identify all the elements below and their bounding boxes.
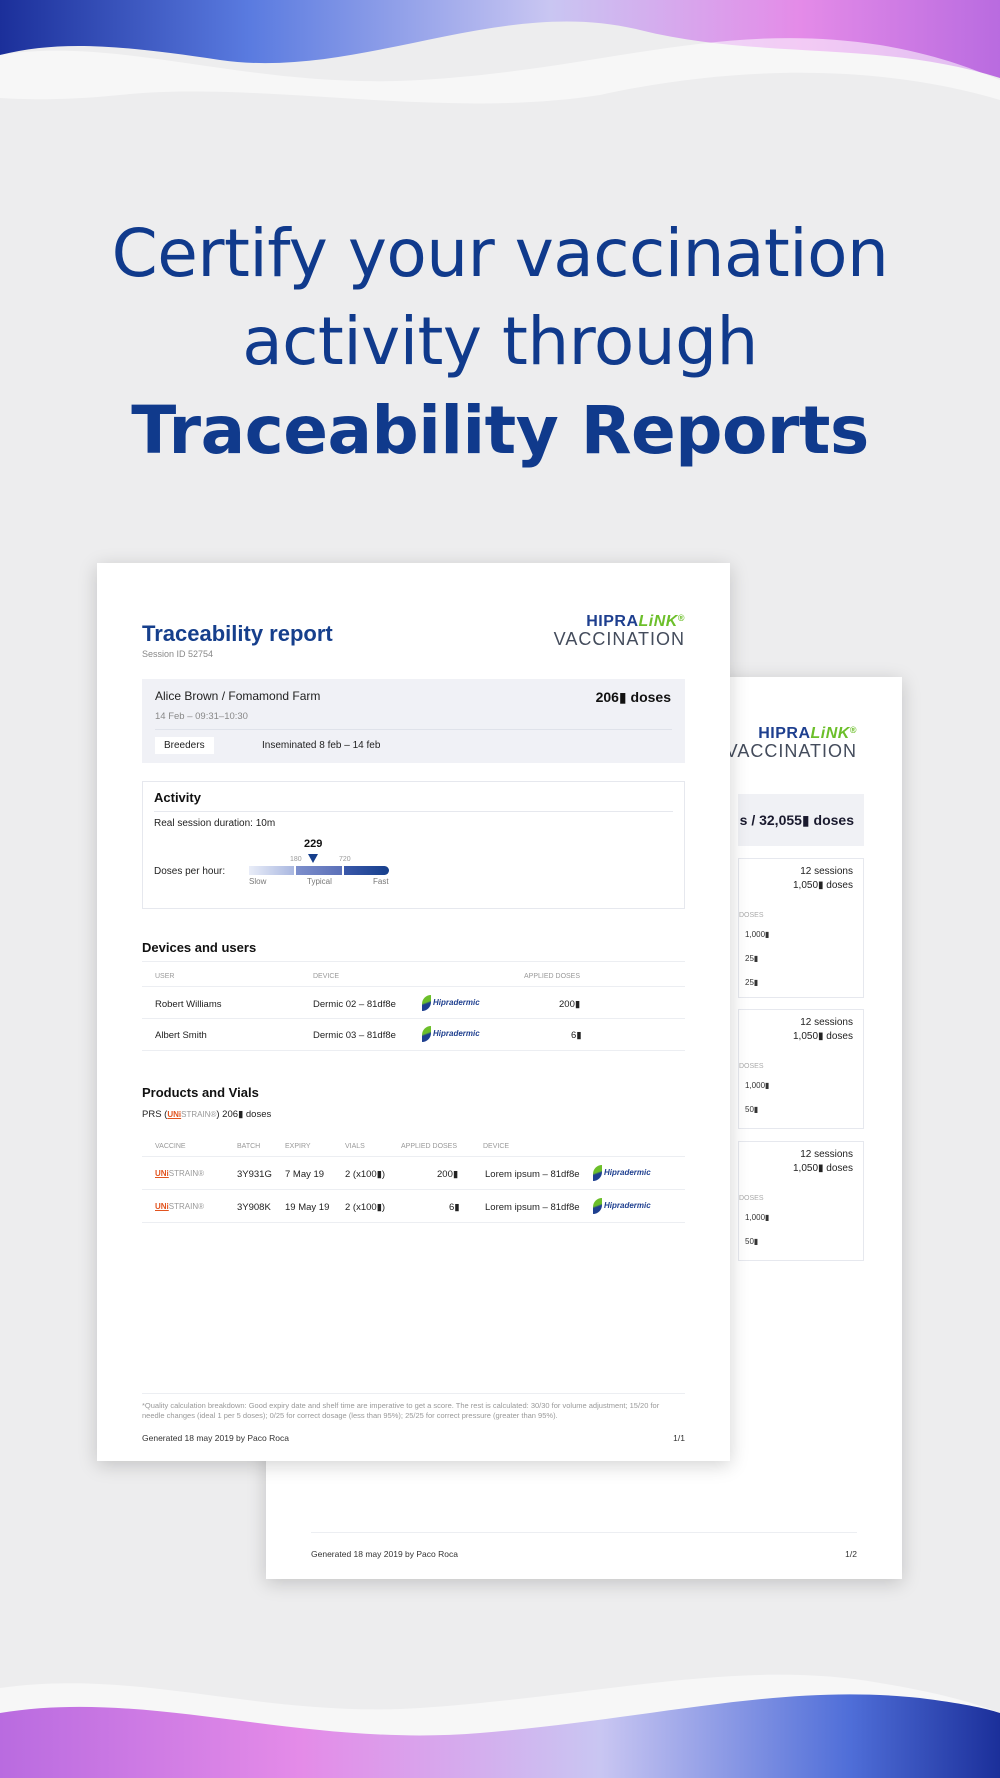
page-number: 1/2 [845,1549,857,1559]
col-vaccine: VACCINE [155,1143,186,1150]
gauge-label-fast: Fast [373,877,389,886]
session-date: 14 Feb – 09:31–10:30 [155,711,248,722]
headline-line-3: Traceability Reports [131,392,869,469]
activity-heading: Activity [154,790,201,805]
report-title: Traceability report [142,621,333,646]
headline-line-1: Certify your vaccination [111,215,889,292]
gauge-slow-segment [249,866,295,875]
col-user: USER [155,973,175,980]
doses-per-hour-gauge [249,866,389,875]
bottom-wave-decoration [0,1658,1000,1778]
gauge-label-typical: Typical [307,877,332,886]
gauge-marker-icon [308,854,318,863]
hipradermic-logo: Hipradermic [593,1198,651,1214]
headline: Certify your vaccination activity throug… [0,210,1000,476]
generated-by: Generated 18 may 2019 by Paco Roca [311,1549,458,1559]
animal-tag: Breeders [155,737,214,754]
col-applied-doses: APPLIED DOSES [401,1143,458,1150]
inseminated-range: Inseminated 8 feb – 14 feb [262,740,381,751]
quality-note: *Quality calculation breakdown: Good exp… [142,1401,660,1420]
session-id: Session ID 52754 [142,649,214,659]
divider [142,1222,685,1223]
col-device: DEVICE [313,973,340,980]
hipradermic-logo: Hipradermic [593,1165,651,1181]
session-duration: Real session duration: 10m [154,818,276,829]
activity-card: Activity Real session duration: 10m Dose… [142,781,685,909]
gauge-tick-low: 180 [290,856,302,863]
doses-per-hour-label: Doses per hour: [154,866,226,877]
devices-heading: Devices and users [142,940,257,955]
report-page-front: Traceability report Session ID 52754 HIP… [97,563,730,1461]
col-batch: BATCH [237,1143,261,1150]
summary-card: 12 sessions 1,050▮ doses DOSES 1,000▮ 25▮… [738,858,864,998]
gauge-fast-segment [343,866,389,875]
top-wave-decoration [0,0,1000,110]
summary-card: 12 sessions 1,050▮ doses DOSES 1,000▮ 50▮ [738,1009,864,1129]
doses-per-hour-value: 229 [304,838,323,850]
divider [142,961,685,962]
col-expiry: EXPIRY [285,1143,311,1150]
unistrain-logo: UNiSTRAIN® [155,1169,205,1178]
divider [142,1156,685,1157]
hipralink-logo: HIPRALiNK® VACCINATION [553,613,685,649]
col-applied-doses: APPLIED DOSES [524,973,581,980]
unistrain-logo: UNiSTRAIN® [155,1202,205,1211]
col-vials: VIALS [345,1143,365,1150]
total-doses: s / 32,055▮ doses [738,794,864,846]
gauge-typical-segment [296,866,342,875]
headline-line-2: activity through [242,303,758,380]
hipradermic-logo: Hipradermic [422,1026,480,1042]
page-number: 1/1 [673,1433,685,1443]
generated-by: Generated 18 may 2019 by Paco Roca [142,1433,289,1443]
products-heading: Products and Vials [142,1085,259,1100]
farm-name: Alice Brown / Fomamond Farm [155,689,321,703]
divider [142,1189,685,1190]
doses-total: 206▮ doses [595,689,671,705]
products-summary: PRS (UNiSTRAIN®) 206▮ doses [142,1109,272,1120]
gauge-label-slow: Slow [249,877,267,886]
footer-divider [142,1393,685,1394]
divider [142,986,685,987]
divider [155,729,672,730]
footer-divider [311,1532,857,1533]
summary-card: 12 sessions 1,050▮ doses DOSES 1,000▮ 50▮ [738,1141,864,1261]
divider [154,811,673,812]
gauge-tick-high: 720 [339,856,351,863]
col-device: DEVICE [483,1143,510,1150]
hipradermic-logo: Hipradermic [422,995,480,1011]
session-summary: Alice Brown / Fomamond Farm 14 Feb – 09:… [142,679,685,763]
divider [142,1050,685,1051]
divider [142,1018,685,1019]
hipralink-logo: HIPRALiNK® VACCINATION [725,725,857,761]
